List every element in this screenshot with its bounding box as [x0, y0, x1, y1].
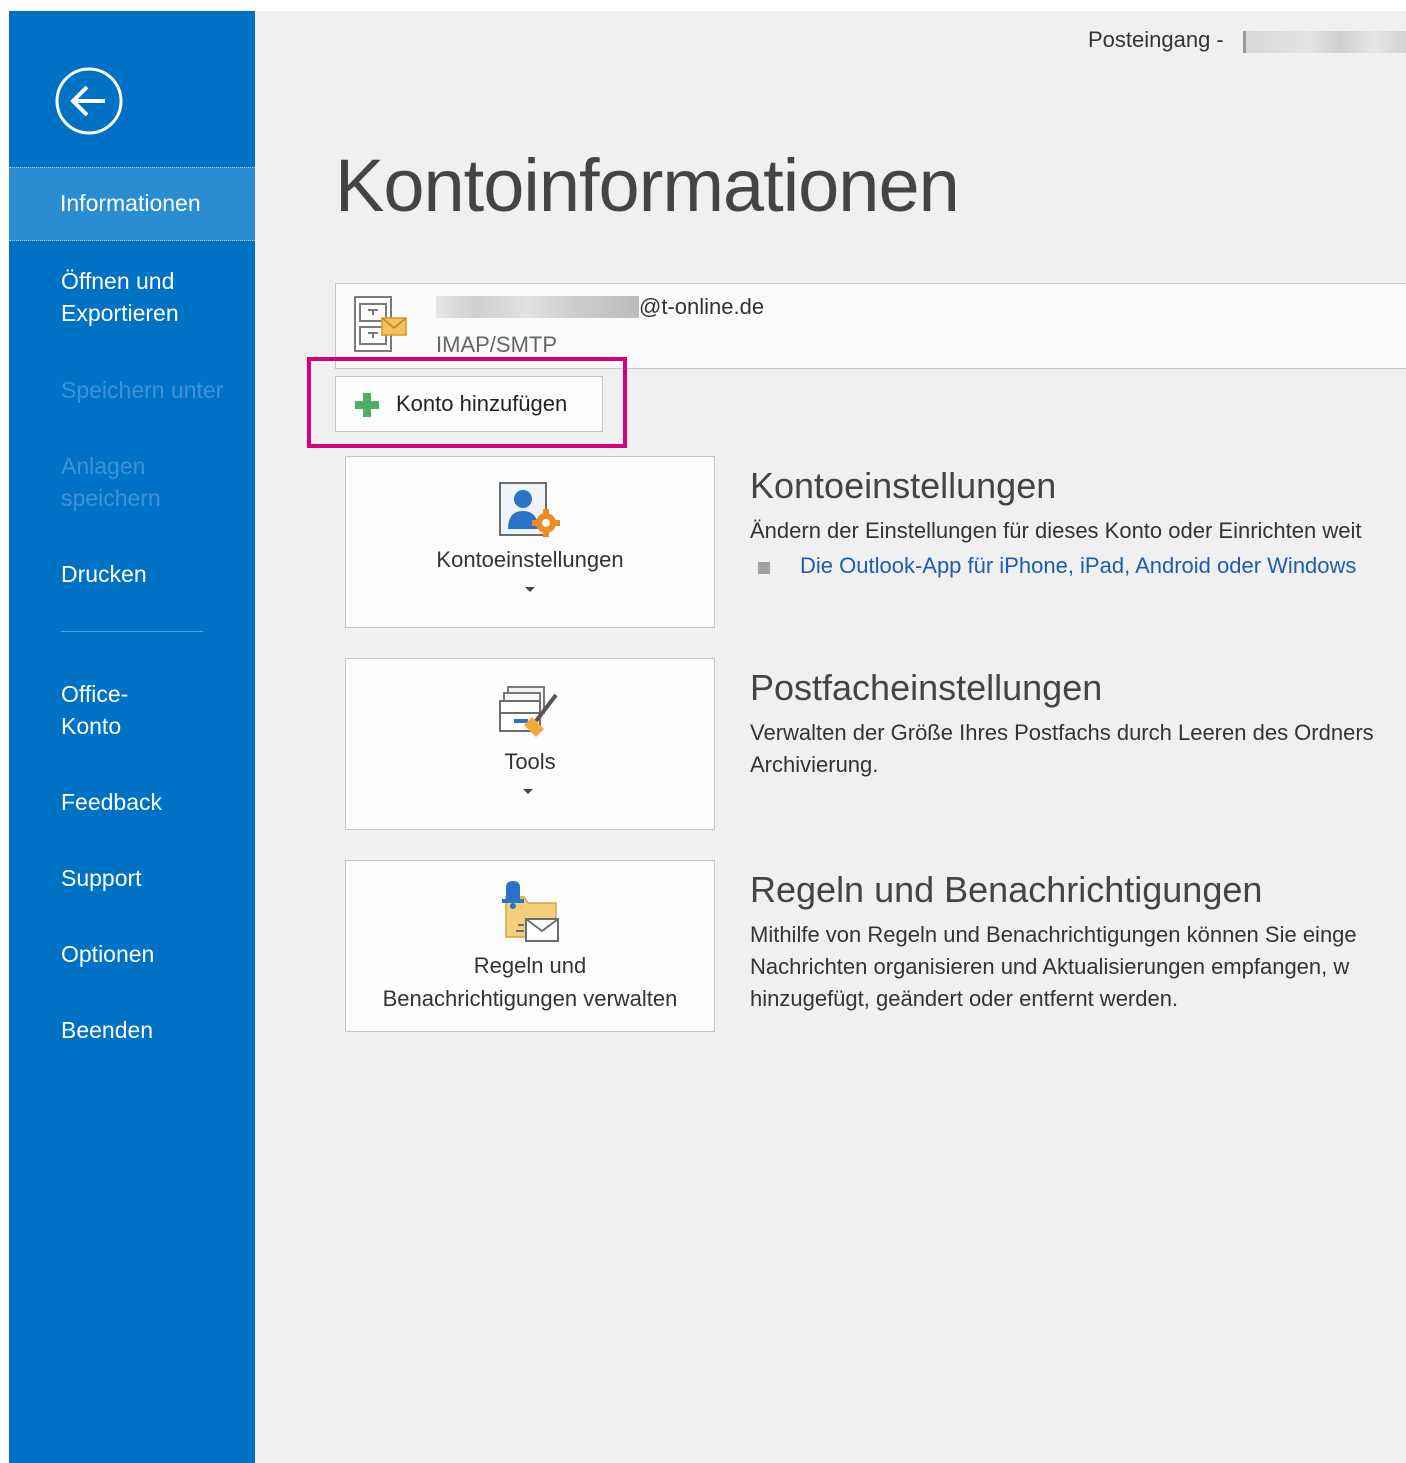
account-email: @t-online.de	[639, 294, 765, 319]
green-plus-icon	[355, 393, 379, 417]
tools-button[interactable]: Tools	[345, 658, 715, 830]
account-type: IMAP/SMTP	[436, 332, 558, 357]
rules-and-alerts-heading: Regeln und Benachrichtigungen	[750, 869, 1263, 910]
account-file-cabinet-icon	[354, 296, 407, 352]
person-gear-icon	[499, 482, 560, 537]
bullet-icon	[758, 562, 770, 574]
add-account-label: Konto hinzufügen	[396, 391, 568, 416]
rules-and-alerts-button-label: Regeln und Benachrichtigungen verwalten	[382, 953, 678, 1011]
outlook-app-link[interactable]: Die Outlook-App für iPhone, iPad, Androi…	[800, 553, 1356, 579]
nav-drucken[interactable]: Drucken	[61, 558, 147, 590]
account-settings-heading: Kontoeinstellungen	[750, 465, 1057, 506]
bell-folder-mail-icon	[502, 881, 559, 942]
nav-beenden[interactable]: Beenden	[61, 1014, 153, 1046]
mailbox-settings-heading: Postfacheinstellungen	[750, 667, 1103, 708]
back-arrow-circle-icon	[55, 67, 123, 135]
chevron-down-icon	[523, 789, 533, 794]
nav-informationen[interactable]: Informationen	[9, 167, 255, 241]
redacted-account-name	[1243, 31, 1406, 53]
account-settings-button[interactable]: Kontoeinstellungen	[345, 456, 715, 628]
tools-button-label: Tools	[504, 749, 556, 774]
mailbox-settings-description: Verwalten der Größe Ihres Postfachs durc…	[750, 720, 1374, 777]
account-selector[interactable]: @t-online.de IMAP/SMTP	[335, 283, 1406, 369]
nav-oeffnen-und-exportieren[interactable]: Öffnen und Exportieren	[61, 265, 179, 329]
nav-office-konto[interactable]: Office- Konto	[61, 678, 128, 742]
rules-and-alerts-button[interactable]: Regeln und Benachrichtigungen verwalten	[345, 860, 715, 1032]
nav-support[interactable]: Support	[61, 862, 142, 894]
add-account-button[interactable]: Konto hinzufügen	[335, 376, 603, 432]
nav-feedback[interactable]: Feedback	[61, 786, 162, 818]
back-button[interactable]	[54, 66, 124, 136]
mailbox-broom-icon	[499, 686, 558, 737]
window-title: Posteingang -	[1088, 27, 1224, 52]
account-settings-description: Ändern der Einstellungen für dieses Kont…	[750, 518, 1362, 543]
backstage-sidebar: Informationen Öffnen und Exportieren Spe…	[9, 11, 255, 1463]
chevron-down-icon	[525, 587, 535, 592]
nav-separator	[61, 631, 203, 632]
account-settings-button-label: Kontoeinstellungen	[436, 547, 624, 572]
rules-and-alerts-description: Mithilfe von Regeln und Benachrichtigung…	[750, 922, 1357, 1011]
nav-speichern-unter: Speichern unter	[61, 377, 224, 403]
page-title: Kontoinformationen	[335, 144, 960, 227]
main-content: Posteingang - Kontoinformationen @t-onli…	[255, 11, 1406, 1463]
nav-anlagen-speichern: Anlagen speichern	[61, 453, 161, 511]
nav-optionen[interactable]: Optionen	[61, 938, 154, 970]
nav-informationen-label: Informationen	[60, 190, 201, 216]
redacted-email-local-part	[436, 296, 639, 318]
